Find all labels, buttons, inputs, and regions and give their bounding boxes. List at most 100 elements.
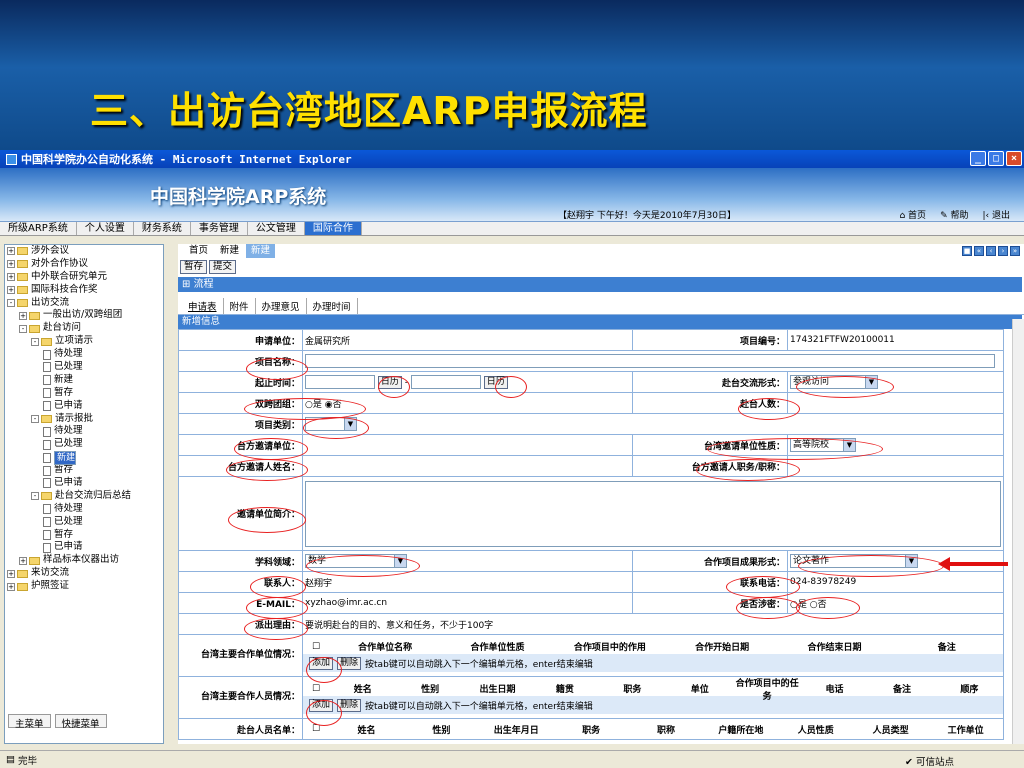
tree-node[interactable]: + 对外合作协议 (5, 258, 163, 271)
collapse-icon[interactable]: - (31, 415, 39, 424)
coop-person-add-button[interactable]: 添加 (309, 698, 334, 712)
tab-new-active[interactable]: 新建 (246, 244, 276, 258)
result-form-select[interactable]: 论文著作 ▼ (790, 554, 918, 568)
menu-item[interactable]: 财务系统 (134, 222, 191, 235)
subtab-opinion[interactable]: 办理意见 (256, 298, 307, 314)
visitor-count-input[interactable] (790, 396, 890, 410)
next-icon[interactable]: › (998, 246, 1008, 256)
prev-icon[interactable]: ‹ (986, 246, 996, 256)
tree-node[interactable]: 已处理 (5, 438, 163, 451)
menu-item[interactable]: 所级ARP系统 (0, 222, 77, 235)
tree-node[interactable]: - 出访交流 (5, 297, 163, 310)
tree-node[interactable]: 已申请 (5, 477, 163, 490)
end-calendar-button[interactable]: 日历 (483, 375, 508, 389)
tree-node[interactable]: + 样品标本仪器出访 (5, 554, 163, 567)
expand-icon[interactable]: + (7, 260, 15, 269)
expand-icon[interactable]: + (7, 582, 15, 591)
tree-node[interactable]: + 护照签证 (5, 580, 163, 593)
collapse-icon[interactable]: - (31, 492, 39, 501)
maximize-button[interactable]: □ (988, 151, 1004, 166)
subtab-time[interactable]: 办理时间 (307, 298, 358, 314)
reason-input[interactable]: 要说明赴台的目的、意义和任务，不少于100字 (305, 621, 493, 631)
subtab-application[interactable]: 申请表 (182, 298, 224, 314)
close-button[interactable]: × (1006, 151, 1022, 166)
tw-title-input[interactable] (790, 459, 890, 473)
project-type-select[interactable]: ▼ (305, 417, 357, 431)
field-select[interactable]: 数学 ▼ (305, 554, 407, 568)
collapse-icon[interactable]: - (31, 337, 39, 346)
tree-node[interactable]: 暂存 (5, 464, 163, 477)
tree-node[interactable]: 待处理 (5, 348, 163, 361)
main-menu-button[interactable]: 主菜单 (8, 714, 51, 730)
menu-item[interactable]: 个人设置 (77, 222, 134, 235)
email-value[interactable]: xyzhao@imr.ac.cn (305, 598, 387, 608)
expand-icon[interactable]: + (7, 286, 15, 295)
tree-node[interactable]: 暂存 (5, 529, 163, 542)
tree-node[interactable]: + 来访交流 (5, 567, 163, 580)
menu-item[interactable]: 国际合作 (304, 222, 362, 235)
form-scrollbar[interactable] (1012, 319, 1024, 744)
tab-list-icon[interactable]: ■ (962, 246, 972, 256)
coop-unit-delete-button[interactable]: 删除 (337, 656, 362, 670)
expand-icon[interactable]: + (19, 556, 27, 565)
tree-node[interactable]: 新建 (5, 450, 163, 465)
select-all-checkbox[interactable]: ☐ (303, 642, 329, 652)
tree-node[interactable]: - 立项请示 (5, 335, 163, 348)
select-all-checkbox[interactable]: ☐ (303, 724, 329, 734)
minimize-button[interactable]: _ (970, 151, 986, 166)
quick-menu-button[interactable]: 快捷菜单 (54, 714, 107, 730)
select-all-checkbox[interactable]: ☐ (303, 684, 329, 694)
help-link[interactable]: ✎ 帮助 (940, 208, 968, 221)
contact-value[interactable]: 赵翔宇 (305, 579, 332, 589)
collapse-icon[interactable]: - (19, 324, 27, 333)
end-date-input[interactable] (410, 375, 481, 389)
tree-node[interactable]: 待处理 (5, 503, 163, 516)
tree-node[interactable]: + 一般出访/双跨组团 (5, 309, 163, 322)
tree-node[interactable]: - 赴台访问 (5, 322, 163, 335)
tw-unit-input[interactable] (305, 438, 625, 452)
menu-item[interactable]: 事务管理 (191, 222, 248, 235)
tree-node[interactable]: + 国际科技合作奖 (5, 284, 163, 297)
tree-node[interactable]: 已申请 (5, 400, 163, 413)
expand-icon[interactable]: + (7, 273, 15, 282)
secret-no-radio[interactable]: ○否 (810, 600, 827, 610)
tree-node[interactable]: 已处理 (5, 361, 163, 374)
submit-button[interactable]: 提交 (209, 260, 237, 274)
tab-new[interactable]: 新建 (215, 244, 244, 258)
tree-node[interactable]: + 中外联合研究单元 (5, 271, 163, 284)
collapse-icon[interactable]: - (7, 299, 15, 307)
tree-node[interactable]: 新建 (5, 374, 163, 387)
coop-person-delete-button[interactable]: 删除 (337, 698, 362, 712)
intro-textarea[interactable] (305, 480, 1001, 547)
tab-home[interactable]: 首页 (184, 244, 213, 258)
secret-yes-radio[interactable]: ○是 (790, 600, 807, 610)
tree-node[interactable]: + 涉外会议 (5, 245, 163, 258)
last-icon[interactable]: » (1010, 246, 1020, 256)
flow-bar[interactable]: ⊞ 流程 (178, 277, 1022, 292)
tree-node[interactable]: 已处理 (5, 516, 163, 529)
expand-icon[interactable]: + (19, 311, 27, 320)
first-icon[interactable]: « (974, 246, 984, 256)
tree-node[interactable]: 待处理 (5, 425, 163, 438)
start-calendar-button[interactable]: 日历 (377, 375, 402, 389)
tree-node[interactable]: - 请示报批 (5, 413, 163, 426)
subtab-attachment[interactable]: 附件 (224, 298, 256, 314)
start-date-input[interactable] (305, 375, 375, 389)
coop-unit-add-button[interactable]: 添加 (309, 656, 334, 670)
tree-node[interactable]: 已申请 (5, 541, 163, 554)
save-draft-button[interactable]: 暂存 (180, 260, 208, 274)
dual-yes-radio[interactable]: ○是 (305, 400, 322, 410)
phone-value[interactable]: 024-83978249 (790, 577, 856, 587)
expand-icon[interactable]: + (7, 569, 15, 578)
menu-item[interactable]: 公文管理 (248, 222, 305, 235)
tree-node[interactable]: - 赴台交流归后总结 (5, 490, 163, 503)
home-link[interactable]: ⌂ 首页 (899, 208, 926, 221)
tw-person-input[interactable] (305, 459, 625, 473)
tree-node[interactable]: 暂存 (5, 387, 163, 400)
project-name-input[interactable] (305, 354, 995, 368)
expand-icon[interactable]: + (7, 247, 15, 256)
tw-nature-select[interactable]: 高等院校 ▼ (790, 438, 856, 452)
logout-link[interactable]: |‹ 退出 (982, 208, 1010, 221)
visit-form-select[interactable]: 参观访问 ▼ (790, 375, 878, 389)
dual-no-radio[interactable]: ◉否 (325, 400, 342, 410)
